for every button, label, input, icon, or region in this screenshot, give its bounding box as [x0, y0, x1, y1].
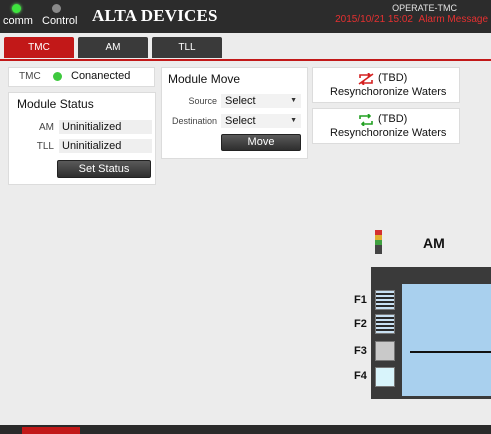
footer-alarm-indicator	[22, 427, 80, 434]
top-header: comm Control ALTA DEVICES OPERATE-TMC 20…	[0, 0, 491, 33]
chevron-down-icon: ▼	[290, 117, 297, 124]
set-status-button[interactable]: Set Status	[57, 160, 151, 178]
module-move-title: Module Move	[168, 72, 241, 86]
resync-tbd-1: (TBD)	[378, 72, 408, 84]
source-select[interactable]: Select ▼	[221, 94, 301, 108]
module-status-title: Module Status	[17, 97, 94, 111]
tll-status-value: Uninitialized	[59, 139, 152, 153]
tab-underline	[0, 59, 491, 61]
slot-label-f3: F3	[354, 345, 367, 357]
tmc-status-indicator	[53, 72, 62, 81]
resync-label-1: Resynchoronize Waters	[330, 86, 447, 98]
slot-f2[interactable]	[375, 314, 395, 334]
resync-tbd-2: (TBD)	[378, 113, 408, 125]
operating-mode: OPERATE-TMC	[392, 3, 457, 13]
slot-f3[interactable]	[375, 341, 395, 361]
am-status-label: AM	[39, 122, 54, 133]
source-label: Source	[188, 96, 217, 106]
destination-select[interactable]: Select ▼	[221, 114, 301, 128]
sync-icon	[359, 114, 373, 126]
tab-tll[interactable]: TLL	[152, 37, 222, 58]
module-move-panel: Module Move Source Select ▼ Destination …	[161, 67, 308, 159]
module-status-panel: Module Status AM Uninitialized TLL Unini…	[8, 92, 156, 185]
signal-tower-icon	[375, 230, 382, 254]
slot-f4[interactable]	[375, 367, 395, 387]
destination-label: Destination	[171, 116, 217, 126]
control-indicator	[52, 4, 61, 13]
brand-logo: ALTA DEVICES	[92, 6, 218, 25]
slot-f1[interactable]	[375, 290, 395, 310]
resync-label-2: Resynchoronize Waters	[330, 127, 447, 139]
comm-label: comm	[3, 15, 33, 27]
tmc-connection-panel: TMC Conanected	[8, 67, 155, 87]
alarm-message: Alarm Message	[418, 14, 488, 25]
wafer-line	[410, 351, 491, 353]
tmc-status-text: Conanected	[71, 70, 131, 82]
tll-status-label: TLL	[36, 141, 54, 152]
slot-label-f4: F4	[354, 370, 367, 382]
datetime: 2015/10/21 15:02	[335, 14, 413, 25]
tab-am[interactable]: AM	[78, 37, 148, 58]
alarm-bar[interactable]: 2015/10/21 15:02 Alarm Message	[335, 14, 488, 25]
am-module-title: AM	[423, 235, 445, 251]
slot-label-f2: F2	[354, 318, 367, 330]
chevron-down-icon: ▼	[290, 97, 297, 104]
sync-disabled-icon	[358, 73, 374, 85]
slot-label-f1: F1	[354, 294, 367, 306]
footer-bar	[0, 425, 491, 434]
tab-bar: TMC AM TLL	[0, 33, 491, 59]
am-chamber-interior	[402, 284, 491, 396]
resync-panel[interactable]: (TBD) Resynchoronize Waters	[312, 108, 460, 144]
tmc-label: TMC	[19, 71, 41, 82]
comm-indicator	[12, 4, 21, 13]
control-label: Control	[42, 15, 78, 27]
destination-select-value: Select	[225, 115, 256, 127]
source-select-value: Select	[225, 95, 256, 107]
am-status-value: Uninitialized	[59, 120, 152, 134]
tab-tmc[interactable]: TMC	[4, 37, 74, 58]
resync-disabled-panel[interactable]: (TBD) Resynchoronize Waters	[312, 67, 460, 103]
move-button[interactable]: Move	[221, 134, 301, 151]
